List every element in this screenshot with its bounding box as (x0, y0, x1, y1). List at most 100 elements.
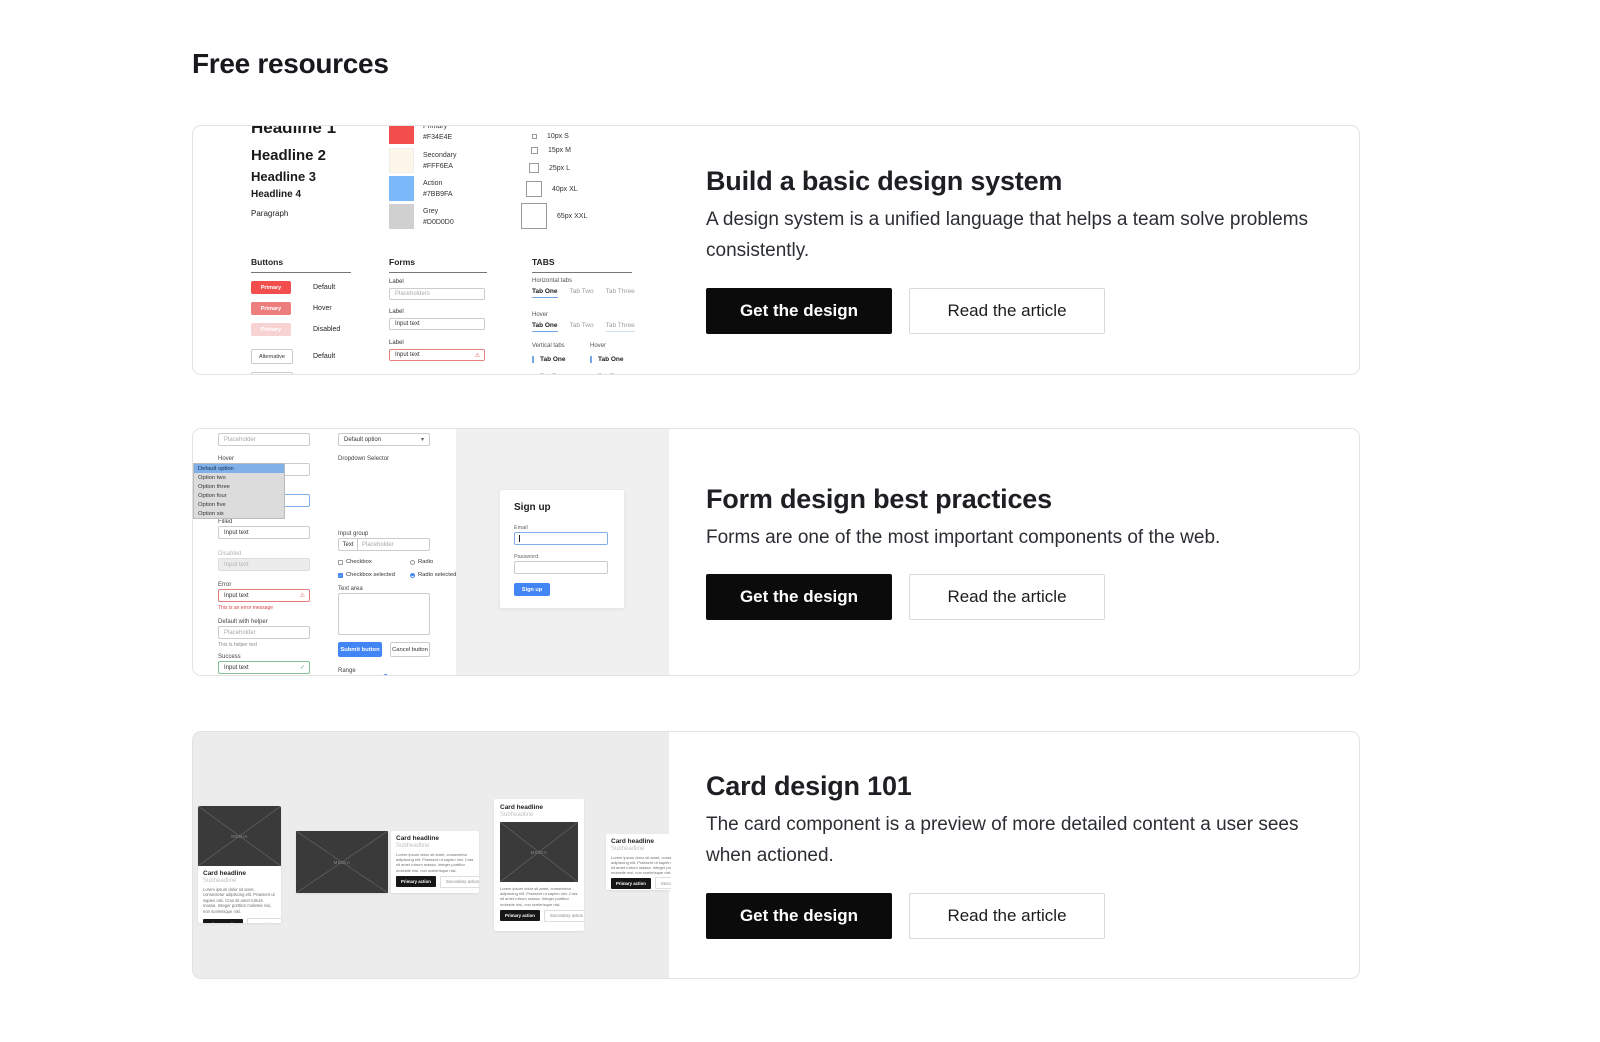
get-design-button[interactable]: Get the design (706, 574, 892, 621)
error-input-specimen: Input text ⚠ (218, 589, 310, 602)
color-swatch (389, 148, 414, 173)
form-kit-preview-thumbnail[interactable]: Placeholder Hover Input text Active Fill… (193, 429, 671, 675)
card-kit-preview-thumbnail[interactable]: MEDIA Card headline Subheadline Lorem ip… (193, 732, 671, 978)
size-scale-xl: 40px XL (526, 181, 578, 197)
password-input-specimen (514, 561, 608, 574)
vertical-hover-label: Hover (590, 343, 607, 349)
cancel-button-specimen: Cancel button (390, 642, 430, 657)
swatch-name: Secondary (423, 152, 457, 159)
placeholder-text: Placeholder (224, 629, 256, 636)
mini-card-vertical: MEDIA Card headline Subheadline Lorem ip… (198, 806, 281, 923)
palette-swatch-grey: Grey #D0D0D0 (389, 204, 454, 229)
primary-action-button: Primary action (611, 877, 651, 889)
signup-card-specimen: Sign up Email Password Sign up (499, 489, 625, 609)
placeholder-input-specimen: Placeholders (389, 288, 485, 300)
size-scale-m: 15px M (531, 147, 571, 154)
size-label: 40px XL (552, 185, 578, 193)
placeholder-text: Placeholder (224, 436, 256, 443)
checkbox-selected-specimen: ✓ Checkbox selected (338, 572, 395, 578)
warning-icon: ⚠ (299, 593, 305, 599)
placeholder-text: Placeholder (362, 541, 394, 548)
card-body-text: Lorem ipsum dolor sit amet, consectetur … (396, 852, 474, 873)
filled-input-specimen: Input text (389, 318, 485, 330)
error-input-specimen: Input text ⚠ (389, 349, 485, 361)
card-body-text: Lorem ipsum dolor sit amet, consectetur … (500, 886, 578, 907)
button-state-label: Default (313, 284, 336, 291)
resource-card-form-design: Placeholder Hover Input text Active Fill… (192, 428, 1360, 676)
read-article-button[interactable]: Read the article (909, 574, 1105, 621)
checkbox-icon (338, 559, 343, 565)
buttons-section: Buttons Primary Default Primary Hover Prim… (251, 257, 351, 374)
resource-content: Card design 101 The card component is a … (706, 732, 1326, 978)
design-system-preview-thumbnail[interactable]: Headline 1 Headline 2 Headline 3 Headlin… (193, 126, 671, 374)
input-group-specimen: Text Placeholder (338, 538, 430, 551)
card-body-text: Lorem ipsum dolor sit amet, consectetur … (611, 855, 671, 875)
signup-demo-panel: Sign up Email Password Sign up (456, 429, 669, 675)
textarea-label: Text area (338, 586, 363, 592)
dropdown-option: Option two (198, 474, 226, 481)
card-headline: Card headline (500, 804, 543, 811)
button-state-label: Default (313, 353, 336, 360)
tab-one: Tab One (532, 322, 558, 332)
swatch-hex: #7BB9FA (423, 190, 453, 198)
resource-card-card-design: MEDIA Card headline Subheadline Lorem ip… (192, 731, 1360, 979)
color-swatch (389, 176, 414, 201)
read-article-button[interactable]: Read the article (909, 287, 1105, 334)
swatch-name: Primary (423, 126, 448, 130)
secondary-action-button: Secondary action (654, 877, 671, 889)
disabled-input-specimen: Input text (218, 558, 310, 571)
size-scale-l: 25px L (529, 163, 570, 173)
size-scale-s: 10px S (532, 133, 569, 140)
media-placeholder: MEDIA (500, 822, 578, 882)
tabs-section-heading: TABS (532, 257, 632, 273)
get-design-button[interactable]: Get the design (706, 287, 892, 334)
hover-tabs-specimen: Tab One Tab Two Tab Three (532, 322, 635, 332)
default-input-specimen: Placeholder (218, 433, 310, 446)
card-subheadline: Subheadline (396, 843, 430, 849)
hover-tabs-label: Hover (532, 312, 549, 318)
resource-description: A design system is a unified language th… (706, 209, 1309, 261)
filled-state-label: Filled (218, 519, 233, 525)
card-subheadline: Subheadline (203, 878, 237, 884)
secondary-action-button: Secondary action (246, 918, 281, 923)
mini-card-media-middle: Card headline Subheadline MEDIA Lorem ip… (494, 799, 584, 931)
password-label: Password (514, 554, 539, 560)
size-scale-xxl: 65px XXL (521, 203, 587, 229)
resource-description: The card component is a preview of more … (706, 814, 1299, 866)
palette-swatch-action: Action #7BB9FA (389, 176, 453, 201)
disabled-state-label: Disabled (218, 551, 242, 557)
helper-state-label: Default with helper (218, 619, 268, 625)
error-state-label: Error (218, 582, 232, 588)
dropdown-listbox-specimen: Default option Option two Option three O… (193, 463, 285, 519)
tab-two: Tab Two (569, 322, 594, 329)
get-design-button[interactable]: Get the design (706, 892, 892, 939)
vertical-hover-tab-one: Tab One (590, 356, 624, 363)
tab-three: Tab Three (605, 322, 635, 332)
headline-1-specimen: Headline 1 (251, 126, 337, 137)
vertical-tabs-label: Vertical tabs (532, 343, 565, 349)
resource-content: Build a basic design system A design sys… (706, 126, 1326, 374)
size-label: 10px S (547, 133, 569, 140)
headline-3-specimen: Headline 3 (251, 169, 317, 184)
dropdown-option: Option six (198, 510, 224, 517)
input-text: Input text (395, 352, 420, 358)
input-text: Input text (395, 321, 420, 327)
media-placeholder: MEDIA (198, 806, 281, 866)
primary-action-button: Primary action (203, 918, 243, 923)
email-label: Email (514, 525, 528, 531)
check-icon: ✓ (299, 665, 305, 671)
error-message: This is an error message (218, 605, 274, 611)
success-input-specimen: Input text ✓ (218, 661, 310, 674)
placeholder-text: Placeholders (395, 291, 430, 297)
primary-hover-button-specimen: Primary (251, 302, 291, 315)
vertical-tab-two: Tab Two (532, 373, 564, 374)
radio-selected-label: Radio selected (418, 572, 457, 578)
range-slider-specimen (338, 674, 430, 675)
signup-title: Sign up (514, 502, 551, 513)
field-label: Label (389, 279, 404, 285)
input-text: Input text (224, 529, 249, 536)
read-article-button[interactable]: Read the article (909, 892, 1105, 939)
horizontal-tabs-specimen: Tab One Tab Two Tab Three (532, 288, 635, 298)
mini-card-horizontal-body: Card headline Subheadline Lorem ipsum do… (391, 831, 479, 893)
button-state-label: Disabled (313, 326, 341, 333)
